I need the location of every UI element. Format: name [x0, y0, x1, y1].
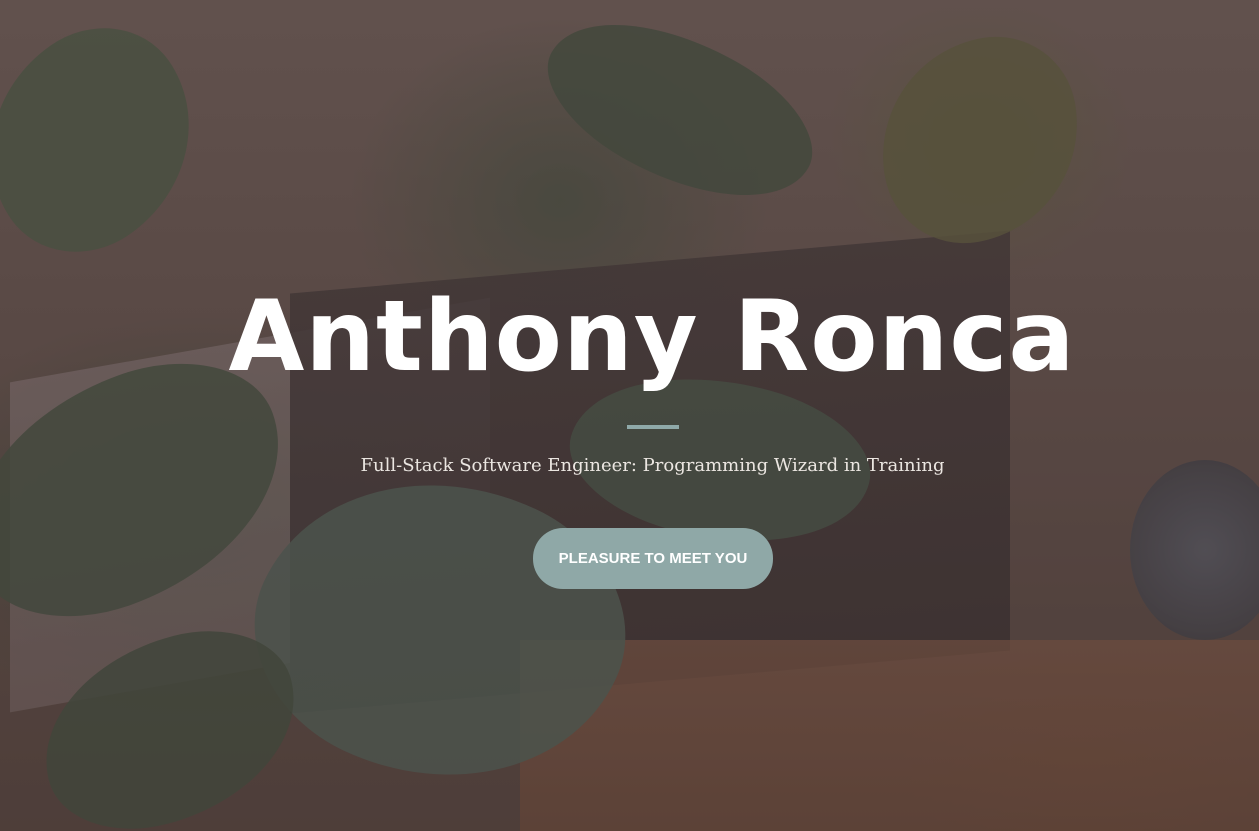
hero-divider	[627, 425, 679, 429]
hero-tagline: Full-Stack Software Engineer: Programmin…	[360, 455, 945, 476]
hero-name-heading: Anthony Ronca	[228, 280, 1076, 394]
hero-content: Anthony Ronca Full-Stack Software Engine…	[0, 0, 1259, 831]
pleasure-to-meet-you-button[interactable]: PLEASURE TO MEET YOU	[533, 528, 773, 589]
